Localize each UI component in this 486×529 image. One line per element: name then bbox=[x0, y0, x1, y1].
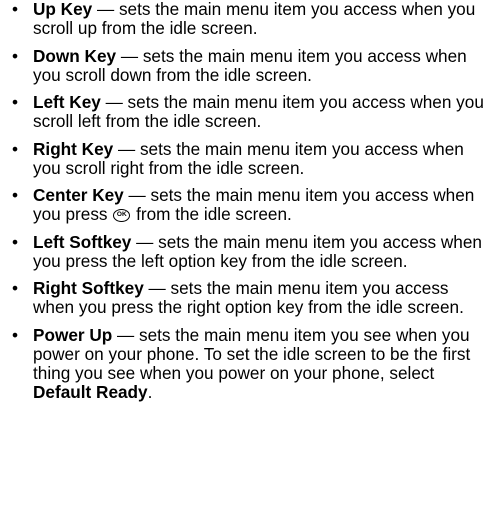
bullet: • bbox=[11, 92, 19, 112]
term-right-softkey: Right Softkey bbox=[33, 278, 144, 298]
bullet: • bbox=[11, 185, 19, 205]
term-left-softkey: Left Softkey bbox=[33, 231, 132, 252]
bullet: • bbox=[11, 0, 19, 19]
ok-key-icon bbox=[113, 209, 131, 222]
key-settings-list: • Up Key — sets the main menu item you a… bbox=[0, 0, 486, 402]
list-item-power-up: • Power Up — sets the main menu item you… bbox=[0, 324, 486, 402]
bullet: • bbox=[11, 138, 19, 159]
term-up-key: Up Key bbox=[33, 0, 93, 19]
term-left-key: Left Key bbox=[33, 92, 101, 112]
list-item-up-key: • Up Key — sets the main menu item you a… bbox=[0, 0, 486, 38]
bullet: • bbox=[11, 45, 19, 66]
list-item-left-softkey: • Left Softkey — sets the main menu item… bbox=[0, 231, 486, 271]
sentence-end: . bbox=[147, 381, 153, 402]
list-item-right-key: • Right Key — sets the main menu item yo… bbox=[0, 138, 486, 178]
bullet: • bbox=[11, 324, 19, 345]
list-item-left-key: • Left Key — sets the main menu item you… bbox=[0, 93, 486, 131]
term-right-key: Right Key bbox=[33, 138, 114, 159]
term-down-key: Down Key bbox=[33, 45, 117, 66]
description-up-key: — sets the main menu item you access whe… bbox=[33, 0, 476, 38]
description-left-key: — sets the main menu item you access whe… bbox=[33, 92, 484, 131]
description-center-key-part2: from the idle screen. bbox=[131, 204, 292, 224]
list-item-right-softkey: • Right Softkey — sets the main menu ite… bbox=[0, 279, 486, 317]
list-item-center-key: • Center Key — sets the main menu item y… bbox=[0, 186, 486, 224]
bullet: • bbox=[11, 278, 19, 298]
term-power-up: Power Up bbox=[33, 324, 113, 345]
document-page: • Up Key — sets the main menu item you a… bbox=[0, 0, 486, 529]
term-center-key: Center Key bbox=[33, 185, 124, 205]
bullet: • bbox=[11, 231, 19, 252]
default-ready-option: Default Ready bbox=[33, 381, 148, 402]
list-item-down-key: • Down Key — sets the main menu item you… bbox=[0, 45, 486, 85]
